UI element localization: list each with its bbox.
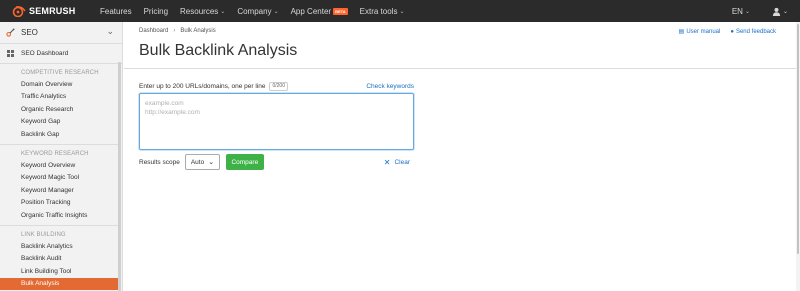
section-keyword-research: KEYWORD RESEARCH	[21, 150, 89, 157]
sidebar-item-traffic-analytics[interactable]: Traffic Analytics	[0, 91, 122, 103]
language-label: EN	[731, 6, 743, 16]
chevron-down-icon: ⌄	[106, 26, 114, 36]
sidebar-item-backlink-analytics[interactable]: Backlink Analytics	[0, 241, 122, 253]
nav-right: EN ⌄ ⌄	[732, 0, 788, 22]
megaphone-icon: ●	[730, 28, 734, 35]
sidebar-item-link-building-tool[interactable]: Link Building Tool	[0, 266, 122, 278]
sidebar-divider	[0, 224, 118, 226]
chevron-down-icon: ⌄	[273, 8, 279, 15]
semrush-logo[interactable]: SEMRUSH	[12, 5, 94, 17]
sidebar-item-backlink-audit[interactable]: Backlink Audit	[0, 253, 122, 265]
user-manual-label: User manual	[686, 28, 721, 35]
url-counter: 0/200	[269, 81, 288, 91]
input-header-row: Enter up to 200 URLs/domains, one per li…	[139, 81, 414, 91]
nav-label: Resources	[180, 6, 219, 16]
nav-label: Pricing	[143, 6, 169, 16]
check-keywords-link[interactable]: Check keywords	[366, 83, 414, 90]
compare-button[interactable]: Compare	[225, 154, 264, 170]
placeholder-line: http://example.com	[145, 109, 200, 116]
page-scrollbar[interactable]	[796, 22, 800, 291]
section-link-building: LINK BUILDING	[21, 231, 66, 238]
breadcrumb-current: Bulk Analysis	[180, 28, 216, 34]
language-selector[interactable]: EN ⌄	[732, 7, 750, 16]
semrush-flame-icon	[12, 6, 26, 17]
clear-label: Clear	[394, 158, 410, 166]
clear-button[interactable]: ✕ Clear	[384, 158, 410, 167]
chevron-down-icon: ⌄	[744, 8, 750, 15]
actions-row: Results scope Auto ⌄ Compare ✕ Clear	[139, 154, 414, 170]
header-links: ▤ User manual ● Send feedback	[669, 28, 776, 36]
sidebar-item-organic-traffic-insights[interactable]: Organic Traffic Insights	[0, 210, 122, 222]
sidebar-item-keyword-manager[interactable]: Keyword Manager	[0, 185, 122, 197]
placeholder-line: example.com	[145, 100, 184, 107]
nav-pricing[interactable]: Pricing	[144, 7, 168, 16]
page-title: Bulk Backlink Analysis	[139, 42, 298, 59]
tool-selector[interactable]: SEO ⌄	[0, 22, 122, 44]
book-icon: ▤	[678, 29, 685, 35]
chevron-down-icon: ⌄	[782, 8, 788, 15]
close-icon: ✕	[383, 157, 391, 167]
nav-extra-tools[interactable]: Extra tools ⌄	[360, 7, 405, 16]
dashboard-grid-icon	[7, 50, 14, 57]
chevron-down-icon: ⌄	[220, 8, 226, 15]
sidebar-item-domain-overview[interactable]: Domain Overview	[0, 79, 122, 91]
sidebar-item-seo-dashboard[interactable]: SEO Dashboard	[0, 44, 122, 64]
sidebar-item-organic-research[interactable]: Organic Research	[0, 104, 122, 116]
nav-label: Company	[237, 6, 272, 16]
urls-textarea[interactable]: example.com http://example.com	[139, 93, 414, 150]
breadcrumb: Dashboard › Bulk Analysis	[139, 28, 216, 34]
send-feedback-link[interactable]: ● Send feedback	[730, 29, 776, 35]
nav-company[interactable]: Company ⌄	[237, 7, 278, 16]
sidebar: SEO ⌄ SEO Dashboard COMPETITIVE RESEARCH…	[0, 22, 123, 291]
breadcrumb-dashboard[interactable]: Dashboard	[139, 28, 168, 34]
main-content: Dashboard › Bulk Analysis Bulk Backlink …	[124, 22, 800, 291]
chevron-down-icon: ⌄	[208, 159, 215, 166]
sidebar-item-label: SEO Dashboard	[21, 50, 69, 57]
nav-resources[interactable]: Resources ⌄	[180, 7, 225, 16]
send-feedback-label: Send feedback	[735, 28, 776, 35]
sidebar-divider	[0, 143, 118, 145]
sidebar-scrollbar[interactable]	[118, 62, 121, 291]
sidebar-item-backlink-gap[interactable]: Backlink Gap	[0, 129, 122, 141]
nav-app-center[interactable]: App Center BETA	[291, 7, 348, 16]
user-menu[interactable]: ⌄	[772, 7, 788, 16]
results-scope-label: Results scope	[139, 158, 180, 166]
tool-name: SEO	[21, 28, 38, 37]
beta-badge: BETA	[333, 7, 348, 15]
nav-links: Features Pricing Resources ⌄ Company ⌄ A…	[100, 7, 416, 16]
user-icon	[772, 7, 781, 16]
chevron-right-icon: ›	[173, 28, 176, 34]
scrollbar-thumb[interactable]	[797, 24, 799, 254]
sidebar-item-keyword-magic-tool[interactable]: Keyword Magic Tool	[0, 172, 122, 184]
page-header: Dashboard › Bulk Analysis Bulk Backlink …	[124, 22, 800, 69]
nav-label: Extra tools	[359, 6, 398, 16]
sidebar-item-keyword-overview[interactable]: Keyword Overview	[0, 160, 122, 172]
scope-value: Auto	[190, 158, 205, 166]
chevron-down-icon: ⌄	[399, 8, 405, 15]
sidebar-item-keyword-gap[interactable]: Keyword Gap	[0, 116, 122, 128]
user-manual-link[interactable]: ▤ User manual	[678, 28, 721, 36]
section-competitive-research: COMPETITIVE RESEARCH	[21, 70, 99, 76]
seo-tool-icon	[6, 28, 15, 37]
results-scope-select[interactable]: Auto ⌄	[184, 154, 220, 170]
brand-name: SEMRUSH	[29, 6, 76, 16]
top-navigation: SEMRUSH Features Pricing Resources ⌄ Com…	[0, 0, 800, 22]
sidebar-item-bulk-analysis[interactable]: Bulk Analysis	[0, 278, 119, 291]
nav-features[interactable]: Features	[100, 7, 132, 16]
sidebar-item-position-tracking[interactable]: Position Tracking	[0, 197, 122, 209]
nav-label: Features	[100, 6, 132, 16]
nav-label: App Center	[290, 6, 332, 16]
input-prompt: Enter up to 200 URLs/domains, one per li…	[139, 82, 266, 90]
